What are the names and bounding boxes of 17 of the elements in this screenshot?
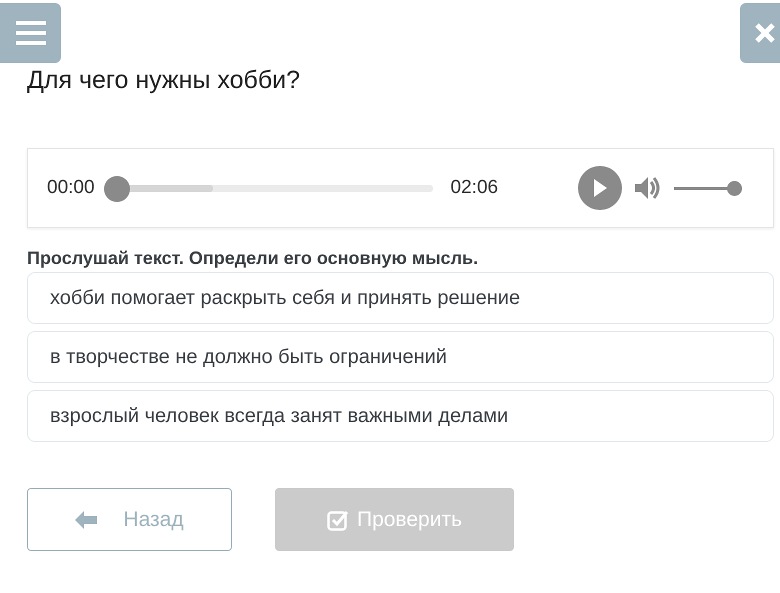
answer-option[interactable]: в творчестве не должно быть ограничений <box>27 331 774 383</box>
question-title: Для чего нужны хобби? <box>27 65 302 96</box>
menu-icon <box>16 21 46 45</box>
left-arrow-icon <box>75 510 98 528</box>
play-button[interactable] <box>578 166 622 210</box>
answer-option[interactable]: взрослый человек всегда занят важными делами <box>27 390 774 442</box>
progress-slider[interactable] <box>104 175 433 201</box>
current-time: 00:00 <box>47 177 95 199</box>
checkbox-icon <box>326 508 349 530</box>
instruction-text: Прослушай текст. Определи его основную мысль. <box>27 248 480 269</box>
duration-time: 02:06 <box>450 177 498 199</box>
menu-button[interactable] <box>0 3 61 63</box>
answer-option[interactable]: хобби помогает раскрыть себя и принять решение <box>27 272 774 324</box>
play-icon <box>592 178 608 198</box>
speaker-icon[interactable] <box>634 175 662 201</box>
close-icon <box>754 22 776 44</box>
volume-thumb[interactable] <box>727 180 742 196</box>
